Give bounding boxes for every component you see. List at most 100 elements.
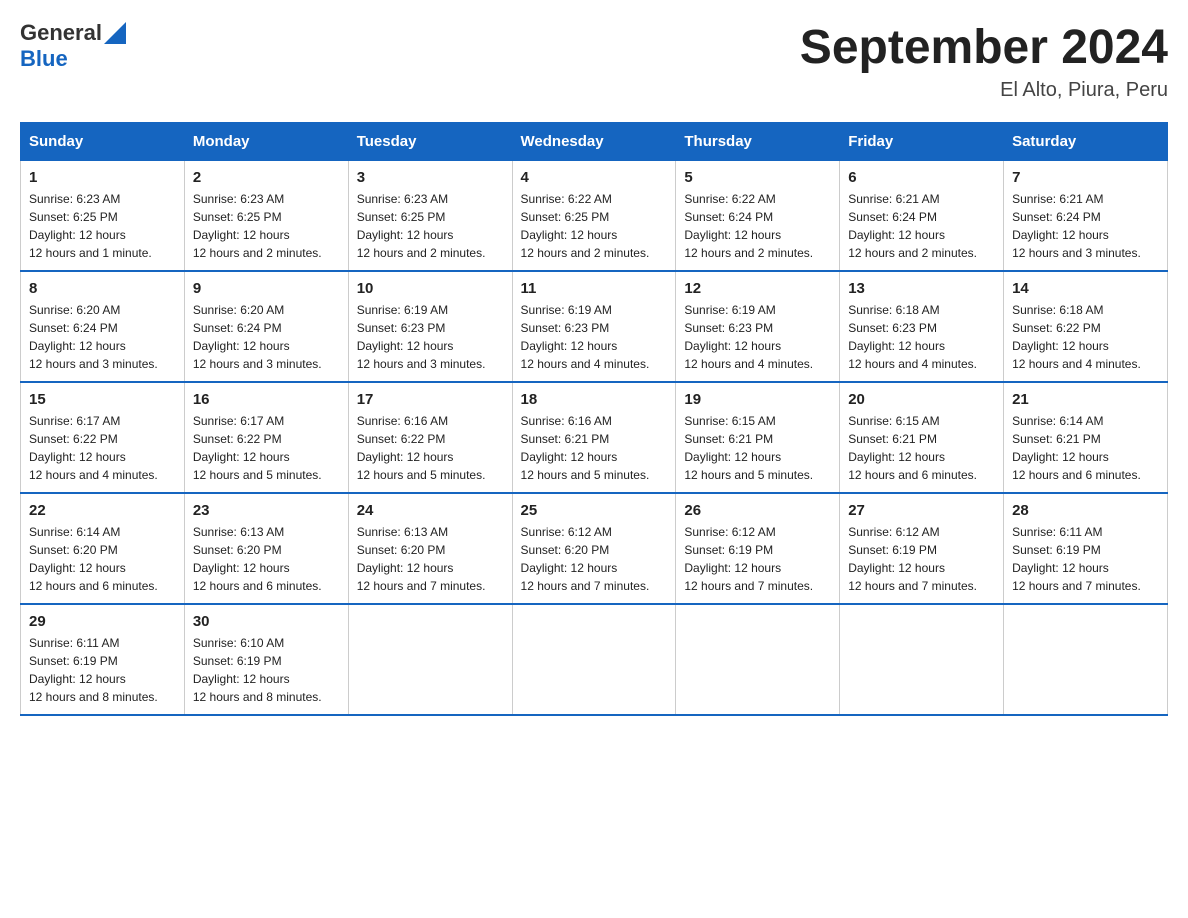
calendar-cell: 24Sunrise: 6:13 AMSunset: 6:20 PMDayligh… [348, 493, 512, 604]
day-header-tuesday: Tuesday [348, 123, 512, 161]
calendar-cell [512, 604, 676, 715]
week-row-4: 22 Sunrise: 6:14 AMSunset: 6:20 PMDayligh… [21, 493, 1168, 604]
day-info: Sunrise: 6:20 AMSunset: 6:24 PMDaylight:… [29, 301, 176, 373]
calendar-cell: 26 Sunrise: 6:12 AMSunset: 6:19 PMDayligh… [676, 493, 840, 604]
logo: General Blue [20, 20, 126, 72]
day-number: 24 [357, 502, 504, 519]
day-info: Sunrise: 6:16 AMSunset: 6:22 PMDaylight:… [357, 412, 504, 484]
day-number: 27 [848, 502, 995, 519]
day-number: 9 [193, 280, 340, 297]
calendar-cell: 25Sunrise: 6:12 AMSunset: 6:20 PMDayligh… [512, 493, 676, 604]
day-info: Sunrise: 6:22 AMSunset: 6:25 PMDaylight:… [521, 190, 668, 262]
day-number: 12 [684, 280, 831, 297]
day-number: 26 [684, 502, 831, 519]
day-info: Sunrise: 6:21 AMSunset: 6:24 PMDaylight:… [848, 190, 995, 262]
week-row-2: 8 Sunrise: 6:20 AMSunset: 6:24 PMDaylight… [21, 271, 1168, 382]
calendar-body: 1 Sunrise: 6:23 AMSunset: 6:25 PMDaylight… [21, 161, 1168, 716]
day-info: Sunrise: 6:14 AMSunset: 6:21 PMDaylight:… [1012, 412, 1159, 484]
day-number: 15 [29, 391, 176, 408]
logo-triangle-icon [104, 22, 126, 44]
day-info: Sunrise: 6:18 AMSunset: 6:22 PMDaylight:… [1012, 301, 1159, 373]
calendar-cell [1004, 604, 1168, 715]
day-number: 13 [848, 280, 995, 297]
day-info: Sunrise: 6:19 AMSunset: 6:23 PMDaylight:… [521, 301, 668, 373]
day-info: Sunrise: 6:23 AMSunset: 6:25 PMDaylight:… [193, 190, 340, 262]
logo-text-blue: Blue [20, 46, 68, 72]
day-number: 14 [1012, 280, 1159, 297]
day-info: Sunrise: 6:16 AMSunset: 6:21 PMDaylight:… [521, 412, 668, 484]
calendar-cell: 28 Sunrise: 6:11 AMSunset: 6:19 PMDayligh… [1004, 493, 1168, 604]
day-info: Sunrise: 6:17 AMSunset: 6:22 PMDaylight:… [193, 412, 340, 484]
day-number: 16 [193, 391, 340, 408]
day-info: Sunrise: 6:13 AMSunset: 6:20 PMDaylight:… [193, 523, 340, 595]
calendar-cell: 13 Sunrise: 6:18 AMSunset: 6:23 PMDayligh… [840, 271, 1004, 382]
day-number: 10 [357, 280, 504, 297]
logo-text-general: General [20, 20, 102, 46]
day-number: 20 [848, 391, 995, 408]
day-header-friday: Friday [840, 123, 1004, 161]
calendar-cell: 12Sunrise: 6:19 AMSunset: 6:23 PMDayligh… [676, 271, 840, 382]
day-number: 3 [357, 169, 504, 186]
calendar-cell: 15 Sunrise: 6:17 AMSunset: 6:22 PMDayligh… [21, 382, 185, 493]
week-row-1: 1 Sunrise: 6:23 AMSunset: 6:25 PMDaylight… [21, 161, 1168, 272]
calendar-title: September 2024 [800, 20, 1168, 75]
title-block: September 2024 El Alto, Piura, Peru [800, 20, 1168, 102]
calendar-cell: 18Sunrise: 6:16 AMSunset: 6:21 PMDayligh… [512, 382, 676, 493]
day-header-thursday: Thursday [676, 123, 840, 161]
week-row-5: 29 Sunrise: 6:11 AMSunset: 6:19 PMDayligh… [21, 604, 1168, 715]
day-info: Sunrise: 6:23 AMSunset: 6:25 PMDaylight:… [357, 190, 504, 262]
day-number: 4 [521, 169, 668, 186]
calendar-cell: 30 Sunrise: 6:10 AMSunset: 6:19 PMDayligh… [184, 604, 348, 715]
day-info: Sunrise: 6:20 AMSunset: 6:24 PMDaylight:… [193, 301, 340, 373]
day-info: Sunrise: 6:15 AMSunset: 6:21 PMDaylight:… [684, 412, 831, 484]
page-header: General Blue September 2024 El Alto, Piu… [20, 20, 1168, 102]
day-info: Sunrise: 6:21 AMSunset: 6:24 PMDaylight:… [1012, 190, 1159, 262]
calendar-cell [840, 604, 1004, 715]
calendar-cell: 9 Sunrise: 6:20 AMSunset: 6:24 PMDaylight… [184, 271, 348, 382]
day-info: Sunrise: 6:23 AMSunset: 6:25 PMDaylight:… [29, 190, 176, 262]
day-info: Sunrise: 6:11 AMSunset: 6:19 PMDaylight:… [29, 634, 176, 706]
calendar-cell: 2 Sunrise: 6:23 AMSunset: 6:25 PMDaylight… [184, 161, 348, 272]
calendar-subtitle: El Alto, Piura, Peru [800, 79, 1168, 102]
day-header-sunday: Sunday [21, 123, 185, 161]
day-info: Sunrise: 6:10 AMSunset: 6:19 PMDaylight:… [193, 634, 340, 706]
calendar-cell: 5Sunrise: 6:22 AMSunset: 6:24 PMDaylight… [676, 161, 840, 272]
day-info: Sunrise: 6:19 AMSunset: 6:23 PMDaylight:… [357, 301, 504, 373]
day-header-monday: Monday [184, 123, 348, 161]
calendar-cell: 8 Sunrise: 6:20 AMSunset: 6:24 PMDaylight… [21, 271, 185, 382]
day-number: 6 [848, 169, 995, 186]
calendar-cell: 21Sunrise: 6:14 AMSunset: 6:21 PMDayligh… [1004, 382, 1168, 493]
calendar-cell: 7 Sunrise: 6:21 AMSunset: 6:24 PMDaylight… [1004, 161, 1168, 272]
day-number: 8 [29, 280, 176, 297]
day-info: Sunrise: 6:15 AMSunset: 6:21 PMDaylight:… [848, 412, 995, 484]
calendar-cell: 10 Sunrise: 6:19 AMSunset: 6:23 PMDayligh… [348, 271, 512, 382]
day-number: 25 [521, 502, 668, 519]
day-header-saturday: Saturday [1004, 123, 1168, 161]
day-number: 7 [1012, 169, 1159, 186]
calendar-cell: 11Sunrise: 6:19 AMSunset: 6:23 PMDayligh… [512, 271, 676, 382]
calendar-cell: 14 Sunrise: 6:18 AMSunset: 6:22 PMDayligh… [1004, 271, 1168, 382]
day-header-wednesday: Wednesday [512, 123, 676, 161]
day-number: 19 [684, 391, 831, 408]
calendar-cell: 4 Sunrise: 6:22 AMSunset: 6:25 PMDaylight… [512, 161, 676, 272]
day-info: Sunrise: 6:17 AMSunset: 6:22 PMDaylight:… [29, 412, 176, 484]
day-number: 22 [29, 502, 176, 519]
day-number: 30 [193, 613, 340, 630]
calendar-cell: 20 Sunrise: 6:15 AMSunset: 6:21 PMDayligh… [840, 382, 1004, 493]
day-number: 23 [193, 502, 340, 519]
day-info: Sunrise: 6:18 AMSunset: 6:23 PMDaylight:… [848, 301, 995, 373]
calendar-table: SundayMondayTuesdayWednesdayThursdayFrid… [20, 122, 1168, 716]
calendar-cell: 19 Sunrise: 6:15 AMSunset: 6:21 PMDayligh… [676, 382, 840, 493]
calendar-cell: 1 Sunrise: 6:23 AMSunset: 6:25 PMDaylight… [21, 161, 185, 272]
day-info: Sunrise: 6:14 AMSunset: 6:20 PMDaylight:… [29, 523, 176, 595]
day-number: 29 [29, 613, 176, 630]
calendar-cell: 3 Sunrise: 6:23 AMSunset: 6:25 PMDaylight… [348, 161, 512, 272]
day-info: Sunrise: 6:12 AMSunset: 6:19 PMDaylight:… [684, 523, 831, 595]
day-number: 1 [29, 169, 176, 186]
calendar-cell [676, 604, 840, 715]
day-number: 2 [193, 169, 340, 186]
day-number: 28 [1012, 502, 1159, 519]
calendar-cell: 16 Sunrise: 6:17 AMSunset: 6:22 PMDayligh… [184, 382, 348, 493]
calendar-cell: 29 Sunrise: 6:11 AMSunset: 6:19 PMDayligh… [21, 604, 185, 715]
day-info: Sunrise: 6:11 AMSunset: 6:19 PMDaylight:… [1012, 523, 1159, 595]
